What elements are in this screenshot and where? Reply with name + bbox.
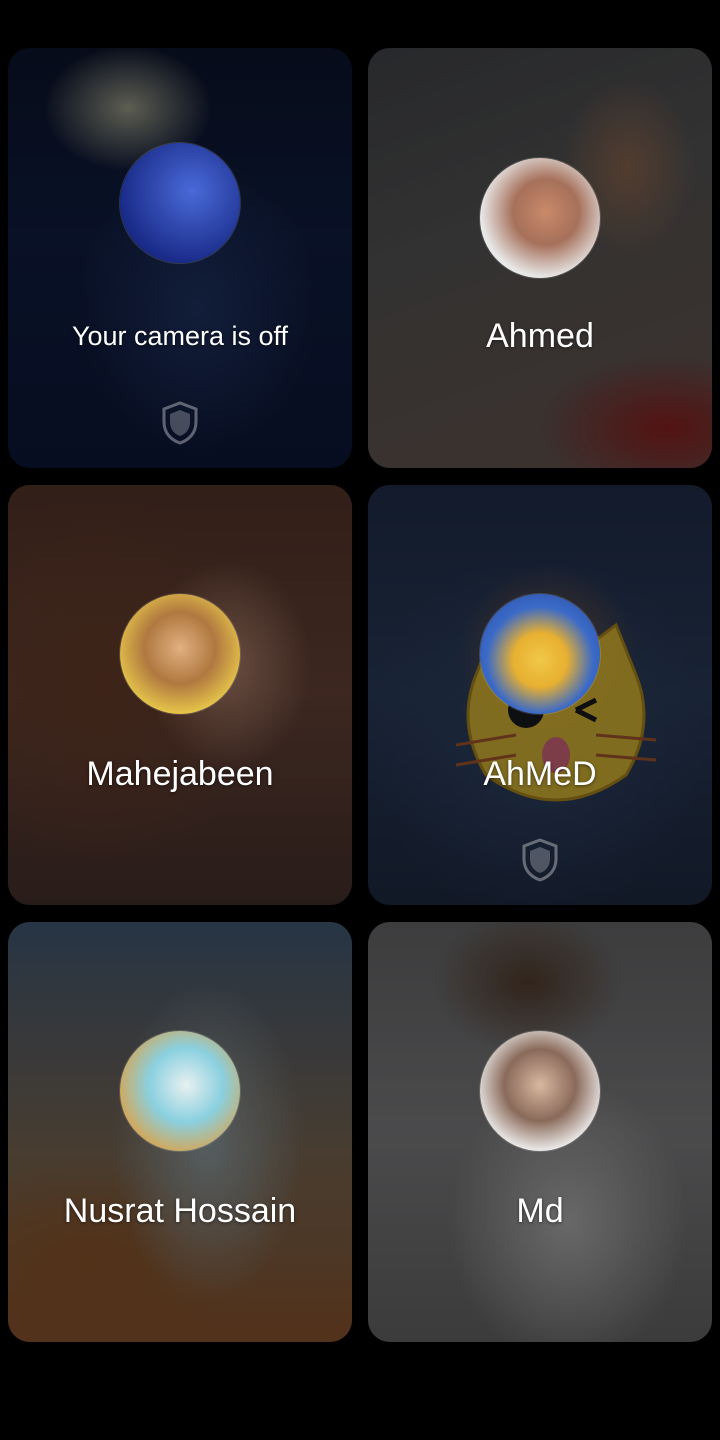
participant-tile-self[interactable]: Your camera is off — [8, 48, 352, 468]
participant-name: Ahmed — [486, 317, 594, 355]
participant-grid: Your camera is off Ahmed Mahejabeen AhMe… — [0, 0, 720, 1440]
avatar — [120, 1031, 240, 1151]
shield-icon — [162, 401, 198, 445]
participant-tile[interactable]: Nusrat Hossain — [8, 922, 352, 1342]
participant-tile[interactable]: AhMeD — [368, 485, 712, 905]
participant-tile[interactable]: Ahmed — [368, 48, 712, 468]
participant-name: AhMeD — [483, 755, 597, 793]
participant-tile[interactable]: Md — [368, 922, 712, 1342]
shield-icon — [522, 838, 558, 882]
participant-name: Mahejabeen — [86, 755, 274, 793]
avatar — [120, 143, 240, 263]
participant-name: Md — [516, 1192, 564, 1230]
participant-tile[interactable]: Mahejabeen — [8, 485, 352, 905]
avatar — [480, 594, 600, 714]
participant-name: Nusrat Hossain — [63, 1192, 297, 1230]
avatar — [480, 1031, 600, 1151]
avatar — [120, 594, 240, 714]
participant-name: Your camera is off — [71, 321, 289, 351]
avatar — [480, 158, 600, 278]
